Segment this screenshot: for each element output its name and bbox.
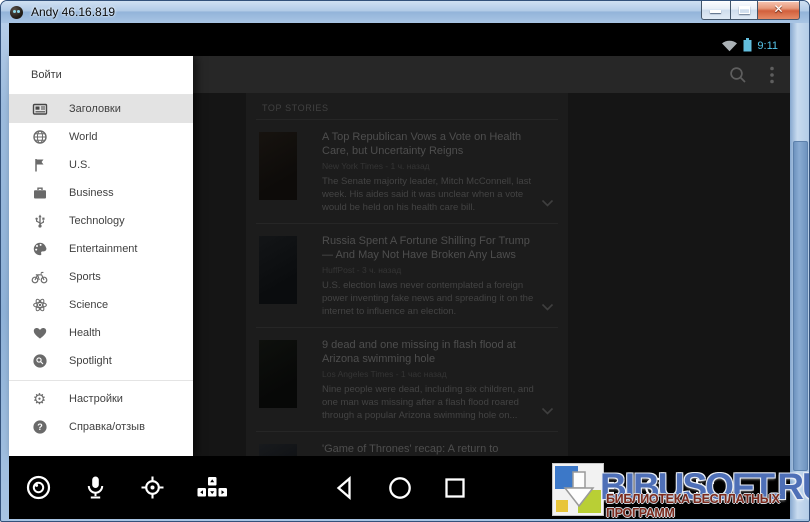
palette-icon (31, 241, 48, 258)
chevron-down-icon[interactable] (541, 407, 554, 415)
article-snippet: U.S. election laws never contemplated a … (322, 279, 540, 318)
chevron-down-icon[interactable] (541, 303, 554, 311)
drawer-item-label: Health (69, 327, 101, 339)
briefcase-icon (31, 185, 48, 202)
article-thumbnail (259, 444, 297, 456)
home-button[interactable] (386, 474, 414, 502)
newspaper-icon (31, 101, 48, 118)
maximize-icon (739, 6, 750, 14)
svg-text:?: ? (37, 422, 43, 432)
help-icon: ? (31, 419, 48, 436)
atom-icon (31, 297, 48, 314)
search-icon[interactable] (728, 65, 748, 85)
android-status-bar: 9:11 (9, 23, 790, 56)
watermark-subtitle: БИБЛИОТЕКА БЕСПЛАТНЫХ ПРОГРАММ (606, 492, 809, 520)
globe-icon (31, 129, 48, 146)
article-snippet: The Senate majority leader, Mitch McConn… (322, 175, 540, 214)
window-controls: ✕ (701, 1, 800, 20)
drawer-item-business[interactable]: Business (9, 179, 193, 207)
drawer-item-health[interactable]: Health (9, 319, 193, 347)
gear-icon: ⚙ (31, 391, 48, 408)
scrollbar-thumb[interactable] (793, 141, 808, 471)
news-card: TOP STORIES A Top Republican Vows a Vote… (246, 93, 568, 456)
drawer-item-science[interactable]: Science (9, 291, 193, 319)
article-source: Los Angeles Times - 1 час назад (322, 369, 540, 379)
drawer-header[interactable]: Войти (9, 56, 193, 95)
drawer-item-label: Sports (69, 271, 101, 283)
article-snippet: Nine people were dead, including six chi… (322, 383, 540, 422)
drawer-item-sports[interactable]: Sports (9, 263, 193, 291)
microphone-button[interactable] (82, 474, 109, 501)
section-title: TOP STORIES (262, 103, 558, 113)
drawer-item-help-feedback[interactable]: ? Справка/отзыв (9, 413, 193, 441)
android-nav-bar (331, 456, 469, 519)
article-row[interactable]: 'Game of Thrones' recap: A return to 'Dr… (256, 431, 558, 456)
drawer-item-entertainment[interactable]: Entertainment (9, 235, 193, 263)
flag-icon (31, 157, 48, 174)
drawer-item-technology[interactable]: Technology (9, 207, 193, 235)
drawer-item-label: U.S. (69, 159, 90, 171)
drawer-item-label: Entertainment (69, 243, 137, 255)
article-row[interactable]: 9 dead and one missing in flash flood at… (256, 327, 558, 431)
recents-button[interactable] (441, 474, 469, 502)
location-button[interactable] (139, 474, 166, 501)
drawer-item-spotlight[interactable]: Spotlight (9, 347, 193, 375)
drawer-item-headlines[interactable]: Заголовки (9, 95, 193, 123)
drawer-item-label: Business (69, 187, 114, 199)
article-title: A Top Republican Vows a Vote on Health C… (322, 130, 540, 158)
maximize-button[interactable] (730, 1, 758, 20)
article-thumbnail (259, 236, 297, 304)
drawer-item-label: Science (69, 299, 108, 311)
andy-logo-icon (10, 6, 23, 19)
spotlight-icon (31, 353, 48, 370)
close-button[interactable]: ✕ (758, 1, 800, 20)
arrow-keys-button[interactable] (196, 476, 228, 499)
drawer-item-label: Заголовки (69, 103, 121, 115)
article-title: 9 dead and one missing in flash flood at… (322, 338, 540, 366)
sign-in-label: Войти (31, 69, 62, 81)
window-titlebar[interactable]: Andy 46.16.819 ✕ (1, 1, 809, 23)
window-right-frame (790, 23, 810, 519)
heart-icon (31, 325, 48, 342)
drawer-divider (9, 380, 193, 381)
drawer-item-label: Справка/отзыв (69, 421, 145, 433)
usb-icon (31, 213, 48, 230)
battery-icon (743, 38, 752, 52)
article-thumbnail (259, 340, 297, 408)
drawer-item-label: World (69, 131, 98, 143)
article-row[interactable]: Russia Spent A Fortune Shilling For Trum… (256, 223, 558, 327)
bibusoft-logo-icon (552, 463, 604, 516)
emulator-tools (25, 456, 228, 519)
status-time: 9:11 (757, 40, 778, 52)
drawer-item-world[interactable]: World (9, 123, 193, 151)
back-button[interactable] (331, 474, 359, 502)
article-thumbnail (259, 132, 297, 200)
close-icon: ✕ (758, 2, 799, 16)
window-title: Andy 46.16.819 (31, 5, 115, 19)
bicycle-icon (31, 269, 48, 286)
drawer-item-label: Technology (69, 215, 125, 227)
drawer-item-us[interactable]: U.S. (9, 151, 193, 179)
article-source: New York Times - 1 ч. назад (322, 161, 540, 171)
minimize-button[interactable] (701, 1, 730, 20)
drawer-item-label: Spotlight (69, 355, 112, 367)
android-screen: 9:11 TOP STORIES A Top Republican Vows a… (9, 23, 790, 519)
camera-button[interactable] (25, 474, 52, 501)
bibusoft-watermark: BIBUSOFT.RU БИБЛИОТЕКА БЕСПЛАТНЫХ ПРОГРА… (544, 459, 809, 521)
wifi-icon (721, 39, 738, 52)
article-title: 'Game of Thrones' recap: A return to 'Dr… (322, 442, 540, 456)
navigation-drawer: Войти Заголовки World U.S. Business Tech… (9, 56, 193, 456)
minimize-icon (710, 10, 721, 13)
article-title: Russia Spent A Fortune Shilling For Trum… (322, 234, 540, 262)
drawer-item-settings[interactable]: ⚙ Настройки (9, 385, 193, 413)
andy-emulator-window: Andy 46.16.819 ✕ 9:11 TOP STORIES (0, 0, 810, 522)
article-row[interactable]: A Top Republican Vows a Vote on Health C… (256, 119, 558, 223)
article-source: HuffPost - 3 ч. назад (322, 265, 540, 275)
chevron-down-icon[interactable] (541, 199, 554, 207)
overflow-menu-icon[interactable] (770, 66, 774, 84)
drawer-item-label: Настройки (69, 393, 123, 405)
